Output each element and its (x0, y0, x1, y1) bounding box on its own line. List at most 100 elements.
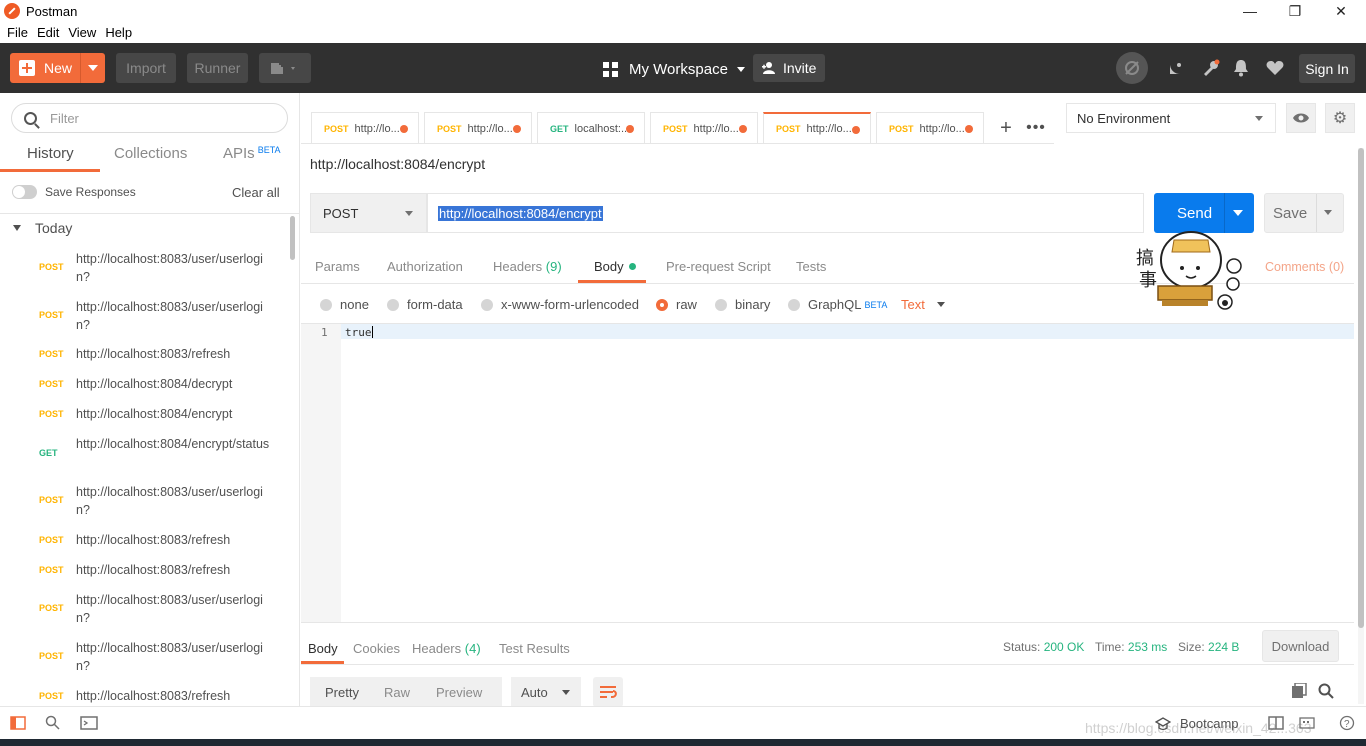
wrap-lines-button[interactable] (593, 677, 623, 707)
add-tab-icon[interactable]: + (994, 117, 1018, 139)
sync-off-icon[interactable] (1116, 52, 1148, 84)
request-tab[interactable]: POST http://lo... (311, 112, 419, 144)
bell-icon[interactable] (1230, 57, 1252, 79)
body-type-none[interactable]: none (320, 297, 369, 312)
save-responses-toggle[interactable]: Save Responses (12, 185, 136, 199)
raw-format-select[interactable]: Text (901, 297, 945, 312)
new-dropdown-caret-icon[interactable] (88, 65, 98, 71)
sidebar-scrollbar[interactable] (289, 213, 296, 706)
list-item[interactable]: POST http://localhost:8083/user/userlogi… (0, 639, 288, 675)
url-input[interactable]: http://localhost:8084/encrypt (427, 193, 1144, 233)
format-raw[interactable]: Raw (384, 685, 410, 700)
method-select[interactable]: POST (310, 193, 427, 233)
new-button[interactable]: New (10, 53, 105, 83)
close-icon[interactable]: ✕ (1318, 0, 1364, 22)
format-preview[interactable]: Preview (436, 685, 482, 700)
response-language-select[interactable]: Auto (511, 677, 581, 707)
filter-input[interactable]: Filter (11, 103, 288, 133)
body-type-form-data[interactable]: form-data (387, 297, 463, 312)
toggle-switch[interactable] (12, 185, 37, 199)
menu-view[interactable]: View (68, 25, 96, 40)
tab-apis[interactable]: APIs BETA (223, 145, 281, 162)
request-tab[interactable]: POST http://lo... (650, 112, 758, 144)
maximize-icon[interactable]: ❐ (1272, 0, 1318, 22)
response-tab-test-results[interactable]: Test Results (499, 641, 570, 656)
body-code[interactable]: true (345, 326, 373, 339)
list-item[interactable]: POST http://localhost:8084/decrypt (0, 375, 288, 393)
radio-button[interactable] (320, 298, 332, 311)
more-tabs-icon[interactable]: ••• (1024, 118, 1048, 138)
menu-edit[interactable]: Edit (37, 25, 59, 40)
new-window-button[interactable] (259, 53, 311, 83)
list-item[interactable]: POST http://localhost:8083/refresh (0, 531, 288, 549)
manage-environments-button[interactable]: ⚙ (1325, 103, 1355, 133)
radio-button[interactable] (387, 298, 399, 311)
save-dropdown-caret-icon[interactable] (1324, 210, 1332, 215)
request-tab[interactable]: GET localhost:... (537, 112, 645, 144)
tab-tests[interactable]: Tests (796, 259, 826, 274)
wrench-icon[interactable] (1200, 57, 1222, 79)
list-item[interactable]: POST http://localhost:8083/user/userlogi… (0, 483, 288, 519)
list-item[interactable]: POST http://localhost:8083/refresh (0, 687, 288, 705)
clear-all-button[interactable]: Clear all (232, 185, 280, 200)
radio-button[interactable] (788, 298, 800, 311)
response-tab-headers[interactable]: Headers (4) (412, 641, 481, 656)
response-tab-body[interactable]: Body (308, 641, 338, 656)
find-icon[interactable] (44, 715, 62, 730)
body-type-raw[interactable]: raw (656, 297, 697, 312)
radio-button-selected[interactable] (656, 298, 668, 311)
tab-headers[interactable]: Headers (9) (493, 259, 562, 274)
history-group-today[interactable]: Today (13, 220, 72, 236)
radio-button[interactable] (715, 298, 727, 311)
list-item[interactable]: POST http://localhost:8083/refresh (0, 561, 288, 579)
body-type-urlencoded[interactable]: x-www-form-urlencoded (481, 297, 639, 312)
environment-select[interactable]: No Environment (1066, 103, 1276, 133)
request-tab[interactable]: POST http://lo... (424, 112, 532, 144)
two-pane-view-icon[interactable] (1267, 716, 1285, 730)
copy-icon[interactable] (1291, 682, 1309, 701)
tab-authorization[interactable]: Authorization (387, 259, 463, 274)
send-dropdown-caret-icon[interactable] (1233, 210, 1243, 216)
comments-link[interactable]: Comments (0) (1265, 260, 1344, 274)
list-item[interactable]: POST http://localhost:8083/user/userlogi… (0, 591, 288, 627)
import-button[interactable]: Import (116, 53, 176, 83)
list-item[interactable]: GET http://localhost:8084/encrypt/status (0, 435, 288, 471)
invite-button[interactable]: Invite (753, 54, 825, 82)
menu-help[interactable]: Help (105, 25, 132, 40)
response-tab-cookies[interactable]: Cookies (353, 641, 400, 656)
menu-file[interactable]: File (7, 25, 28, 40)
format-pretty[interactable]: Pretty (325, 685, 359, 700)
tab-prerequest-script[interactable]: Pre-request Script (666, 259, 771, 274)
environment-quick-look-button[interactable] (1286, 103, 1316, 133)
minimize-icon[interactable]: — (1227, 0, 1273, 22)
tab-body[interactable]: Body (594, 259, 636, 274)
request-tab[interactable]: POST http://lo... (876, 112, 984, 144)
response-size[interactable]: Size: 224 B (1178, 640, 1239, 654)
download-button[interactable]: Download (1262, 630, 1339, 662)
workspace-selector[interactable]: My Workspace (603, 59, 745, 79)
heart-icon[interactable] (1264, 57, 1286, 79)
search-icon[interactable] (1318, 683, 1336, 701)
list-item[interactable]: POST http://localhost:8083/user/userlogi… (0, 298, 288, 334)
bootcamp-button[interactable]: Bootcamp (1155, 716, 1239, 731)
tab-collections[interactable]: Collections (114, 145, 187, 162)
body-type-binary[interactable]: binary (715, 297, 770, 312)
sign-in-button[interactable]: Sign In (1299, 54, 1355, 83)
help-icon[interactable]: ? (1338, 715, 1356, 731)
save-button[interactable]: Save (1264, 193, 1344, 233)
main-scrollbar[interactable] (1358, 148, 1364, 704)
list-item[interactable]: POST http://localhost:8084/encrypt (0, 405, 288, 423)
satellite-icon[interactable] (1165, 57, 1187, 79)
list-item[interactable]: POST http://localhost:8083/refresh (0, 345, 288, 363)
console-icon[interactable] (80, 716, 98, 730)
body-type-graphql[interactable]: GraphQL BETA (788, 297, 887, 312)
tab-params[interactable]: Params (315, 259, 360, 274)
runner-button[interactable]: Runner (187, 53, 248, 83)
list-item[interactable]: POST http://localhost:8083/user/userlogi… (0, 250, 288, 286)
toggle-sidebar-icon[interactable] (9, 716, 27, 730)
tab-history[interactable]: History (27, 145, 74, 162)
body-editor[interactable]: 1 true (301, 323, 1354, 623)
response-status[interactable]: Status: 200 OK (1003, 640, 1084, 654)
radio-button[interactable] (481, 298, 493, 311)
keyboard-shortcuts-icon[interactable] (1298, 716, 1316, 730)
